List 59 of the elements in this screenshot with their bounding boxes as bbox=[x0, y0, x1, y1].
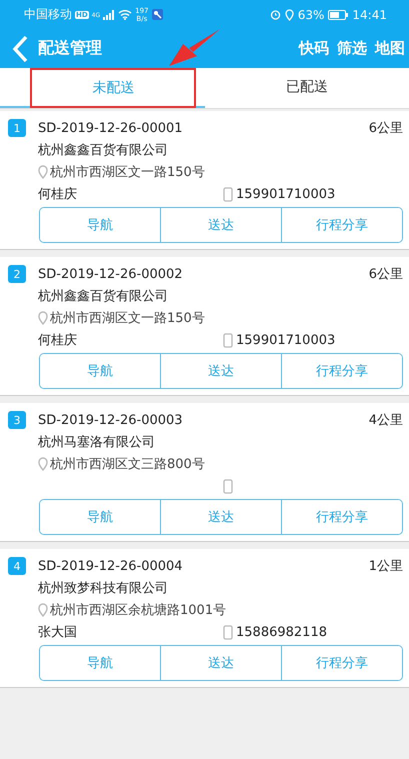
battery-percent: 63% bbox=[298, 8, 324, 22]
location-pin-icon bbox=[38, 311, 48, 325]
card-action-button[interactable]: 行程分享 bbox=[281, 354, 402, 388]
order-number-badge: 3 bbox=[8, 411, 26, 429]
wifi-icon bbox=[118, 9, 132, 20]
location-icon bbox=[284, 8, 294, 20]
distance-label: 4公里 bbox=[368, 412, 403, 429]
address-text: 杭州市西湖区文三路800号 bbox=[50, 456, 205, 473]
header-action-button[interactable]: 地图 bbox=[375, 39, 405, 58]
order-card[interactable]: 2 SD-2019-12-26-00002 6公里 杭州鑫鑫百货有限公司 杭州市西湖区文一路150号 何桂庆 159901710003 导航 送达 行程分享 bbox=[0, 257, 409, 396]
battery-icon bbox=[328, 10, 348, 20]
order-number-badge: 2 bbox=[8, 265, 26, 283]
address-text: 杭州市西湖区文一路150号 bbox=[50, 310, 205, 327]
company-name: 杭州致梦科技有限公司 bbox=[38, 580, 168, 597]
distance-label: 6公里 bbox=[368, 266, 403, 283]
tab[interactable]: 未配送 bbox=[30, 68, 196, 108]
signal-icon bbox=[103, 10, 116, 20]
carrier-label: 中国移动 bbox=[24, 6, 72, 23]
back-icon[interactable] bbox=[12, 34, 28, 62]
key-app-icon bbox=[152, 9, 163, 20]
location-pin-icon bbox=[38, 603, 48, 617]
tab[interactable]: 已配送 bbox=[204, 68, 409, 106]
order-card[interactable]: 3 SD-2019-12-26-00003 4公里 杭州马塞洛有限公司 杭州市西湖区文三路800号 导航 送达 行程分享 bbox=[0, 403, 409, 542]
address-text: 杭州市西湖区文一路150号 bbox=[50, 164, 205, 181]
company-name: 杭州鑫鑫百货有限公司 bbox=[38, 142, 168, 159]
page-title: 配送管理 bbox=[38, 38, 102, 59]
address-text: 杭州市西湖区余杭塘路1001号 bbox=[50, 602, 226, 619]
phone-icon bbox=[223, 332, 233, 348]
location-pin-icon bbox=[38, 457, 48, 471]
distance-label: 1公里 bbox=[368, 558, 403, 575]
arrow-drawing bbox=[167, 28, 221, 68]
company-name: 杭州鑫鑫百货有限公司 bbox=[38, 288, 168, 305]
clock-time: 14:41 bbox=[352, 8, 387, 22]
location-pin-icon bbox=[38, 165, 48, 179]
order-code: SD-2019-12-26-00002 bbox=[38, 266, 183, 282]
phone-number: 159901710003 bbox=[236, 332, 336, 348]
header-action-button[interactable]: 快码 bbox=[299, 39, 329, 58]
distance-label: 6公里 bbox=[368, 120, 403, 137]
phone-icon bbox=[223, 478, 233, 494]
card-action-button[interactable]: 行程分享 bbox=[281, 646, 402, 680]
card-action-button[interactable]: 行程分享 bbox=[281, 208, 402, 242]
alarm-icon bbox=[270, 9, 281, 20]
order-code: SD-2019-12-26-00004 bbox=[38, 558, 183, 574]
order-code: SD-2019-12-26-00003 bbox=[38, 412, 183, 428]
phone-icon bbox=[223, 624, 233, 640]
contact-name: 何桂庆 bbox=[38, 333, 77, 348]
header-action-button[interactable]: 筛选 bbox=[337, 39, 367, 58]
phone-number: 159901710003 bbox=[236, 186, 336, 202]
company-name: 杭州马塞洛有限公司 bbox=[38, 434, 155, 451]
order-number-badge: 1 bbox=[8, 119, 26, 137]
card-action-button[interactable]: 行程分享 bbox=[281, 500, 402, 534]
contact-name: 张大国 bbox=[38, 625, 77, 640]
contact-name: 何桂庆 bbox=[38, 187, 77, 202]
order-card[interactable]: 1 SD-2019-12-26-00001 6公里 杭州鑫鑫百货有限公司 杭州市西湖区文一路150号 何桂庆 159901710003 导航 送达 行程分享 bbox=[0, 111, 409, 250]
order-card[interactable]: 4 SD-2019-12-26-00004 1公里 杭州致梦科技有限公司 杭州市西湖区余杭塘路1001号 张大国 15886982118 导航 送达 行程分享 bbox=[0, 549, 409, 688]
phone-icon bbox=[223, 186, 233, 202]
order-number-badge: 4 bbox=[8, 557, 26, 575]
phone-number: 15886982118 bbox=[236, 624, 327, 640]
order-code: SD-2019-12-26-00001 bbox=[38, 120, 183, 136]
